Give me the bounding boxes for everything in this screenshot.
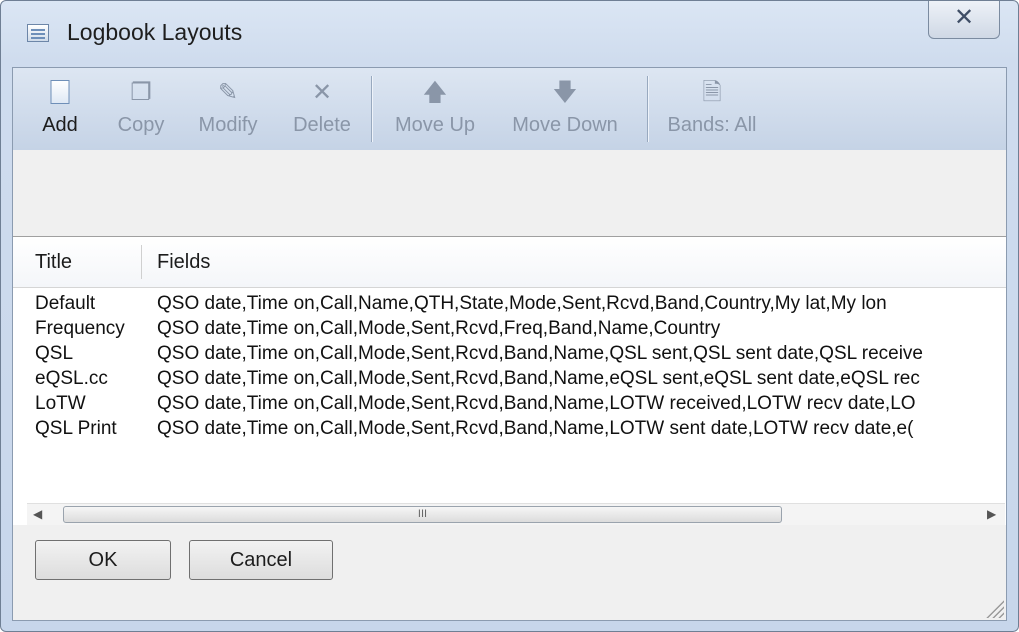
thumb-grip-icon: III (417, 508, 428, 520)
layouts-list[interactable]: Title Fields Default QSO date,Time on,Ca… (13, 236, 1006, 527)
list-row[interactable]: QSL QSO date,Time on,Call,Mode,Sent,Rcvd… (13, 343, 1006, 368)
move-up-button-label: Move Up (394, 114, 476, 136)
bands-icon: 🗎 (702, 79, 722, 106)
list-header: Title Fields (13, 237, 1006, 288)
toolbar-separator (371, 76, 373, 142)
row-title: eQSL.cc (35, 368, 108, 389)
row-fields: QSO date,Time on,Call,Name,QTH,State,Mod… (157, 293, 887, 314)
modify-button[interactable]: ✎ Modify (183, 68, 273, 150)
close-button[interactable]: ✕ (928, 1, 1000, 39)
title-bar[interactable]: Logbook Layouts ✕ (1, 1, 1018, 67)
row-title: QSL (35, 343, 74, 364)
column-header-title[interactable]: Title (35, 251, 72, 274)
move-down-button-label: Move Down (512, 114, 618, 136)
new-document-icon (50, 80, 70, 104)
dialog-footer: OK Cancel (13, 525, 1006, 620)
row-fields: QSO date,Time on,Call,Mode,Sent,Rcvd,Fre… (157, 318, 721, 339)
list-row[interactable]: QSL Print QSO date,Time on,Call,Mode,Sen… (13, 418, 1006, 443)
logbook-layouts-dialog: Logbook Layouts ✕ Add ❐ Copy ✎ Modify ✕ … (0, 0, 1019, 632)
arrow-up-icon: 🡅 (422, 79, 448, 106)
move-down-button[interactable]: 🡇 Move Down (499, 68, 631, 150)
delete-icon: ✕ (311, 79, 333, 106)
close-icon: ✕ (953, 4, 975, 31)
scroll-right-icon[interactable]: ▶ (987, 507, 996, 521)
list-row[interactable]: LoTW QSO date,Time on,Call,Mode,Sent,Rcv… (13, 393, 1006, 418)
list-rows: Default QSO date,Time on,Call,Name,QTH,S… (13, 293, 1006, 473)
row-title: Default (35, 293, 96, 314)
bands-button[interactable]: 🗎 Bands: All (657, 68, 767, 150)
row-fields: QSO date,Time on,Call,Mode,Sent,Rcvd,Ban… (157, 368, 920, 389)
copy-icon: ❐ (130, 79, 152, 106)
modify-button-label: Modify (198, 114, 258, 136)
move-up-button[interactable]: 🡅 Move Up (383, 68, 487, 150)
row-fields: QSO date,Time on,Call,Mode,Sent,Rcvd,Ban… (157, 343, 924, 364)
row-fields: QSO date,Time on,Call,Mode,Sent,Rcvd,Ban… (157, 418, 914, 439)
delete-button-label: Delete (293, 114, 351, 136)
empty-panel (13, 150, 1006, 236)
toolbar-separator (647, 76, 649, 142)
row-title: Frequency (35, 318, 125, 339)
window-title: Logbook Layouts (67, 19, 243, 45)
resize-grip-icon[interactable] (984, 598, 1004, 618)
scrollbar-thumb[interactable]: III (63, 506, 782, 523)
add-button-label: Add (42, 114, 78, 136)
bands-button-label: Bands: All (667, 114, 757, 136)
column-header-fields[interactable]: Fields (157, 251, 210, 274)
scroll-left-icon[interactable]: ◀ (33, 507, 42, 521)
add-button[interactable]: Add (31, 68, 89, 150)
row-title: LoTW (35, 393, 86, 414)
dialog-client-area: Add ❐ Copy ✎ Modify ✕ Delete 🡅 Move Up 🡇 (12, 67, 1007, 621)
column-divider[interactable] (141, 245, 142, 279)
row-title: QSL Print (35, 418, 117, 439)
list-row[interactable]: Default QSO date,Time on,Call,Name,QTH,S… (13, 293, 1006, 318)
row-fields: QSO date,Time on,Call,Mode,Sent,Rcvd,Ban… (157, 393, 916, 414)
copy-button[interactable]: ❐ Copy (107, 68, 175, 150)
modify-icon: ✎ (217, 79, 239, 106)
app-window-icon (27, 24, 49, 42)
cancel-button[interactable]: Cancel (189, 540, 333, 580)
list-row[interactable]: eQSL.cc QSO date,Time on,Call,Mode,Sent,… (13, 368, 1006, 393)
copy-button-label: Copy (117, 114, 165, 136)
ok-button[interactable]: OK (35, 540, 171, 580)
list-row[interactable]: Frequency QSO date,Time on,Call,Mode,Sen… (13, 318, 1006, 343)
horizontal-scrollbar[interactable]: ◀ III ▶ (27, 503, 1005, 526)
toolbar: Add ❐ Copy ✎ Modify ✕ Delete 🡅 Move Up 🡇 (13, 68, 1006, 151)
arrow-down-icon: 🡇 (552, 79, 578, 106)
delete-button[interactable]: ✕ Delete (281, 68, 363, 150)
